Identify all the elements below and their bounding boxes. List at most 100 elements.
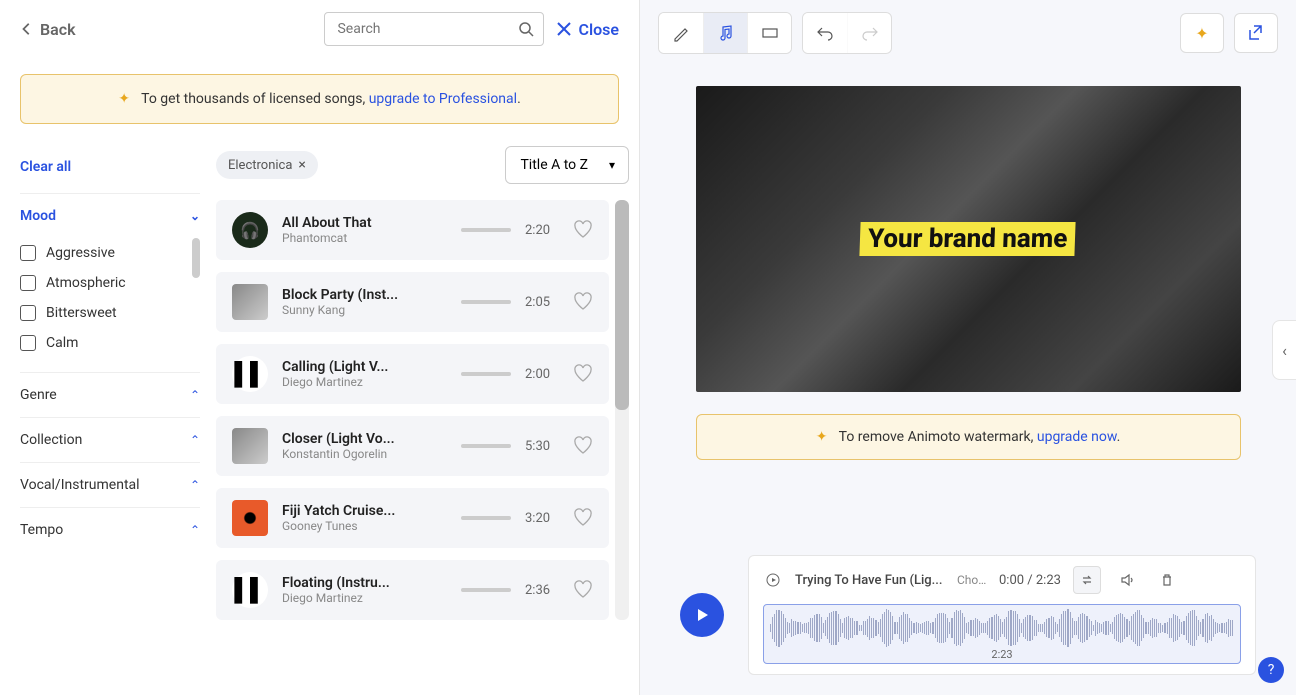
- filter-label: Collection: [20, 432, 82, 448]
- favorite-button[interactable]: [573, 508, 593, 528]
- watermark-text: To remove Animoto watermark,: [839, 429, 1037, 445]
- track-row[interactable]: ▌▌Floating (Instru...Diego Martinez2:36: [216, 560, 609, 620]
- track-title: Calling (Light V...: [282, 359, 447, 375]
- track-art: 🎧: [232, 212, 268, 248]
- aspect-tool-button[interactable]: [747, 13, 791, 53]
- track-duration: 2:00: [525, 367, 559, 382]
- filter-header[interactable]: Collection ⌃: [20, 432, 200, 448]
- back-button[interactable]: Back: [20, 20, 76, 39]
- search-input[interactable]: [324, 12, 544, 46]
- export-button[interactable]: [1234, 13, 1278, 53]
- search-box: [324, 12, 544, 46]
- checkbox[interactable]: [20, 275, 36, 291]
- scrollbar-thumb[interactable]: [192, 238, 200, 278]
- checkbox[interactable]: [20, 335, 36, 351]
- filter-header[interactable]: Genre ⌃: [20, 387, 200, 403]
- track-row[interactable]: ▌▌ Calling (Light V...Diego Martinez 2:00: [216, 344, 609, 404]
- watermark-upgrade-link[interactable]: upgrade now: [1037, 429, 1117, 445]
- filter-tag-chip: Electronica ×: [216, 151, 318, 179]
- mood-options: Aggressive Atmospheric Bittersweet Calm: [20, 238, 200, 358]
- filter-section-collection: Collection ⌃: [20, 417, 200, 462]
- track-row[interactable]: Closer (Light Vo...Konstantin Ogorelin 5:…: [216, 416, 609, 476]
- track-row[interactable]: Fiji Yatch Cruise...Gooney Tunes3:20: [216, 488, 609, 548]
- track-artist: Diego Martinez: [282, 591, 447, 605]
- play-button[interactable]: [680, 593, 724, 637]
- sparkle-icon: ✦: [118, 91, 130, 107]
- watermark-banner: ✦ To remove Animoto watermark, upgrade n…: [696, 414, 1241, 460]
- favorite-button[interactable]: [573, 292, 593, 312]
- favorite-button[interactable]: [573, 364, 593, 384]
- waveform[interactable]: 2:23: [763, 604, 1241, 664]
- search-icon[interactable]: [518, 21, 534, 37]
- history-group: [802, 12, 892, 54]
- video-preview[interactable]: Your brand name: [696, 86, 1241, 392]
- remove-tag-icon[interactable]: ×: [298, 157, 305, 173]
- filter-section-mood: Mood ⌄ Aggressive Atmospheric Bitterswee…: [20, 193, 200, 372]
- mini-play-button[interactable]: [763, 570, 783, 590]
- checkbox[interactable]: [20, 305, 36, 321]
- favorite-button[interactable]: [573, 580, 593, 600]
- track-artist: Konstantin Ogorelin: [282, 447, 447, 461]
- filter-label: Mood: [20, 208, 56, 224]
- filter-label: Genre: [20, 387, 57, 403]
- help-button[interactable]: ?: [1258, 657, 1284, 683]
- track-title: Floating (Instru...: [282, 575, 447, 591]
- sort-dropdown[interactable]: Title A to Z: [505, 146, 629, 184]
- loop-button[interactable]: [1073, 566, 1101, 594]
- track-progress: [461, 300, 511, 304]
- scrollbar-track[interactable]: [615, 200, 629, 620]
- close-icon: [556, 21, 572, 37]
- upgrade-link[interactable]: upgrade to Professional: [369, 91, 517, 107]
- volume-button[interactable]: [1113, 566, 1141, 594]
- waveform-duration: 2:23: [991, 648, 1012, 661]
- filter-opt[interactable]: Bittersweet: [20, 298, 190, 328]
- delete-button[interactable]: [1153, 566, 1181, 594]
- filter-label: Vocal/Instrumental: [20, 477, 140, 493]
- filter-header[interactable]: Tempo ⌃: [20, 522, 200, 538]
- now-playing-title: Trying To Have Fun (Lig...: [795, 573, 945, 588]
- track-duration: 2:20: [525, 223, 559, 238]
- track-art: [232, 428, 268, 464]
- track-row[interactable]: Block Party (Inst...Sunny Kang2:05: [216, 272, 609, 332]
- track-row[interactable]: 🎧 All About ThatPhantomcat 2:20: [216, 200, 609, 260]
- favorite-button[interactable]: [573, 220, 593, 240]
- track-title: Closer (Light Vo...: [282, 431, 447, 447]
- track-info: Fiji Yatch Cruise...Gooney Tunes: [282, 503, 447, 533]
- sparkle-button[interactable]: ✦: [1180, 13, 1224, 53]
- choose-track-link[interactable]: Cho...: [957, 573, 987, 587]
- filter-label: Tempo: [20, 522, 63, 538]
- undo-button[interactable]: [803, 13, 847, 53]
- close-label: Close: [578, 20, 619, 39]
- close-button[interactable]: Close: [556, 20, 619, 39]
- player-row: Trying To Have Fun (Lig... Cho... 0:00 /…: [640, 555, 1296, 695]
- sparkle-icon: ✦: [816, 429, 828, 445]
- track-duration: 5:30: [525, 439, 559, 454]
- track-art: [232, 500, 268, 536]
- checkbox[interactable]: [20, 245, 36, 261]
- filter-header[interactable]: Vocal/Instrumental ⌃: [20, 477, 200, 493]
- side-panel-toggle[interactable]: ‹: [1272, 320, 1296, 380]
- favorite-button[interactable]: [573, 436, 593, 456]
- redo-button[interactable]: [847, 13, 891, 53]
- track-progress: [461, 372, 511, 376]
- filter-section-genre: Genre ⌃: [20, 372, 200, 417]
- filter-header-mood[interactable]: Mood ⌄: [20, 208, 200, 224]
- track-progress: [461, 228, 511, 232]
- filter-opt[interactable]: Calm: [20, 328, 190, 358]
- music-tool-button[interactable]: [703, 13, 747, 53]
- back-label: Back: [40, 20, 76, 39]
- chevron-left-icon: [20, 22, 34, 36]
- track-art: ▌▌: [232, 356, 268, 392]
- track-duration: 2:05: [525, 295, 559, 310]
- edit-tool-button[interactable]: [659, 13, 703, 53]
- track-artist: Phantomcat: [282, 231, 447, 245]
- clear-all-button[interactable]: Clear all: [20, 159, 71, 175]
- chevron-up-icon: ⌃: [190, 433, 200, 447]
- scrollbar-thumb[interactable]: [615, 200, 629, 410]
- track-info: All About ThatPhantomcat: [282, 215, 447, 245]
- track-list-panel: Electronica × Title A to Z 🎧 All About Th…: [200, 130, 639, 695]
- filter-opt[interactable]: Aggressive: [20, 238, 190, 268]
- track-title: All About That: [282, 215, 447, 231]
- track-info: Calling (Light V...Diego Martinez: [282, 359, 447, 389]
- filter-opt[interactable]: Atmospheric: [20, 268, 190, 298]
